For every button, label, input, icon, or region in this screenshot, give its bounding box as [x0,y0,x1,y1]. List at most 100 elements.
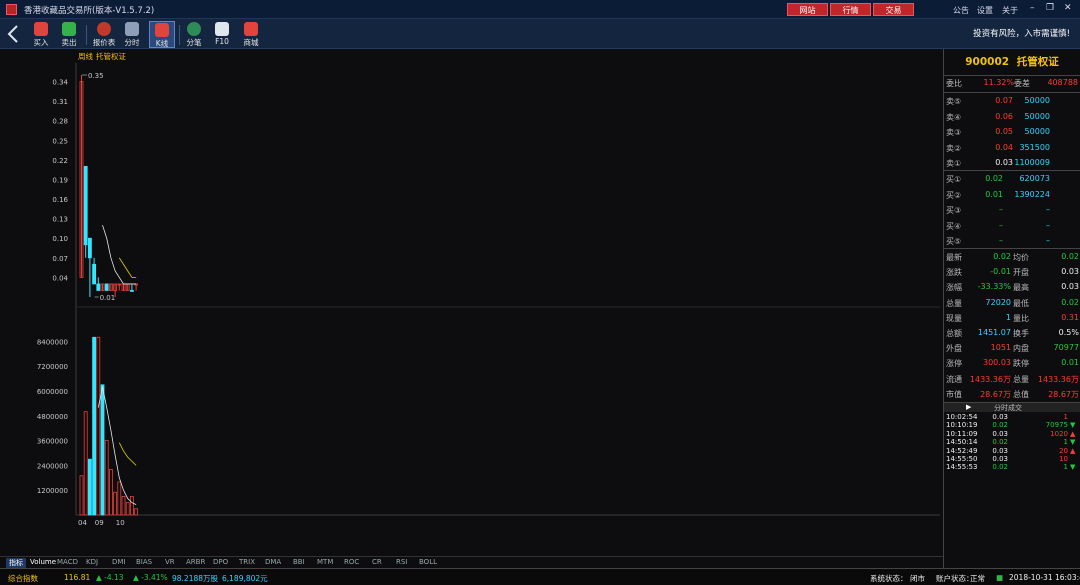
account-status-value: 正常 [970,574,985,583]
order-diff-label: 委差 [1014,79,1030,88]
candle-body [104,283,109,291]
trade-price: 0.02 [992,421,1008,430]
notice-link[interactable]: 公告 [953,5,969,16]
candle-body [88,237,92,259]
indicator-tab-bias[interactable]: BIAS [136,558,152,566]
bid-label: 买④ [946,221,962,231]
trade-row: 14:55:53 0.02 1 ▼ [944,463,1080,471]
ask-row[interactable]: 卖① 0.03 1100009 [944,156,1080,171]
indicator-tabs: 指标 Volume MACD KDJ DMI BIAS VR ARBR DPO TRIX DMA BB… [0,556,943,568]
bid-row[interactable]: 买① 0.02 620073 [944,172,1080,187]
volume-tick-label: 6000000 [37,388,68,396]
ask-row[interactable]: 卖⑤ 0.07 50000 [944,94,1080,109]
indicator-tab-volume[interactable]: Volume [30,558,56,566]
stat-row: 现量 1 量比 0.31 [944,311,1080,326]
candle-body [92,263,96,285]
volume-bar [129,495,134,516]
play-icon[interactable]: ▶ [966,403,971,411]
volume-bar [92,336,96,516]
tick-button[interactable]: 分笔 [181,21,207,48]
indicator-tab-mtm[interactable]: MTM [317,558,333,566]
about-link[interactable]: 关于 [1002,5,1018,16]
ask-volume: 351500 [1019,142,1050,152]
indicator-tab-bbi[interactable]: BBI [293,558,305,566]
buy-button[interactable]: 买入 [28,21,54,48]
stat-row: 市值 28.67万 总值 28.67万 [944,387,1080,402]
price-tick-label: 0.07 [52,255,68,263]
bid-price: – [999,236,1003,245]
bid-row[interactable]: 买⑤ – – [944,234,1080,249]
stat-value: 0.31 [1061,312,1079,322]
trade-volume: 20 [1059,446,1068,455]
indicator-tab-macd[interactable]: MACD [57,558,78,566]
ask-row[interactable]: 卖④ 0.06 50000 [944,110,1080,125]
ask-label: 卖② [946,143,962,153]
indicator-tab-dma[interactable]: DMA [265,558,281,566]
title-bar: 香港收藏品交易所(版本-V1.5.7.2) 网站 行情 交易 公告 设置 关于 … [0,0,1080,19]
indicator-tab-vr[interactable]: VR [165,558,175,566]
trade-time: 10:10:19 [946,421,978,430]
volume-tick-label: 4800000 [37,413,68,421]
stat-label: 涨跌 [946,268,962,278]
price-tick-label: 0.25 [52,137,68,145]
quote-table-button[interactable]: 报价表 [91,21,117,48]
indicator-tab-指标[interactable]: 指标 [6,558,26,568]
close-icon[interactable]: ✕ [1064,3,1072,13]
minimize-icon[interactable]: – [1030,3,1035,13]
bid-row[interactable]: 买③ – – [944,203,1080,218]
volume-tick-label: 1200000 [37,487,68,495]
bid-row[interactable]: 买④ – – [944,219,1080,234]
security-header: 900002 托管权证 [944,49,1080,76]
trade-time: 10:02:54 [946,413,978,421]
quote-table-icon [97,22,111,36]
indicator-tab-dpo[interactable]: DPO [213,558,228,566]
kline-chart[interactable]: 周线 托管权证 0.34 0.31 0.28 0.25 0.22 0.19 0.16 0.13 0.… [0,49,943,556]
stat-value: 70977 [1053,343,1079,353]
f10-button[interactable]: F10 [209,21,235,48]
ask-row[interactable]: 卖② 0.04 351500 [944,141,1080,156]
website-button[interactable]: 网站 [787,3,828,16]
stat-value: 0.03 [1061,267,1079,277]
indicator-tab-trix[interactable]: TRIX [239,558,255,566]
trade-button[interactable]: 交易 [873,3,914,16]
timeshare-button[interactable]: 分时 [119,21,145,48]
volume-ma-yellow [118,442,137,466]
ask-price: 0.04 [995,142,1013,152]
bid-volume: – [1046,220,1050,230]
mall-button[interactable]: 商城 [238,21,264,48]
stat-label: 最低 [1013,298,1029,308]
indicator-tab-boll[interactable]: BOLL [419,558,437,566]
volume-bar [79,475,84,516]
volume-bar [83,411,88,516]
kline-chart-area[interactable]: 周线 托管权证 0.34 0.31 0.28 0.25 0.22 0.19 0.16 0.13 0.… [0,49,943,556]
volume-tick-label: 3600000 [37,438,68,446]
indicator-tab-dmi[interactable]: DMI [112,558,126,566]
stat-row: 总额 1451.07 换手 0.5% [944,326,1080,341]
window-title: 香港收藏品交易所(版本-V1.5.7.2) [24,6,155,16]
bid-price: – [999,220,1003,230]
high-marker-label: 0.35 [88,72,104,80]
settings-link[interactable]: 设置 [977,5,993,16]
kline-button[interactable]: K线 [149,21,175,48]
market-button[interactable]: 行情 [830,3,871,16]
indicator-tab-arbr[interactable]: ARBR [186,558,205,566]
security-code: 900002 [965,56,1010,68]
index-label: 综合指数 [8,574,38,583]
volume-tick-label: 2400000 [37,462,68,470]
ask-row[interactable]: 卖③ 0.05 50000 [944,125,1080,140]
trade-row: 10:10:19 0.02 70975 ▼ [944,421,1080,429]
indicator-tab-roc[interactable]: ROC [344,558,359,566]
stat-label: 总值 [1013,389,1029,399]
back-arrow-icon[interactable] [6,25,20,43]
trade-time: 10:11:09 [946,429,978,438]
trade-price: 0.03 [992,429,1008,438]
indicator-tab-rsi[interactable]: RSI [396,558,407,566]
sell-button[interactable]: 卖出 [56,21,82,48]
price-tick-label: 0.31 [52,98,68,106]
restore-icon[interactable]: ❐ [1046,3,1054,13]
indicator-tab-kdj[interactable]: KDJ [86,558,98,566]
indicator-tab-cr[interactable]: CR [372,558,382,566]
risk-notice: 投资有风险，入市需谨慎! [973,29,1070,39]
stat-label: 换手 [1013,329,1029,338]
bid-row[interactable]: 买② 0.01 1390224 [944,188,1080,203]
